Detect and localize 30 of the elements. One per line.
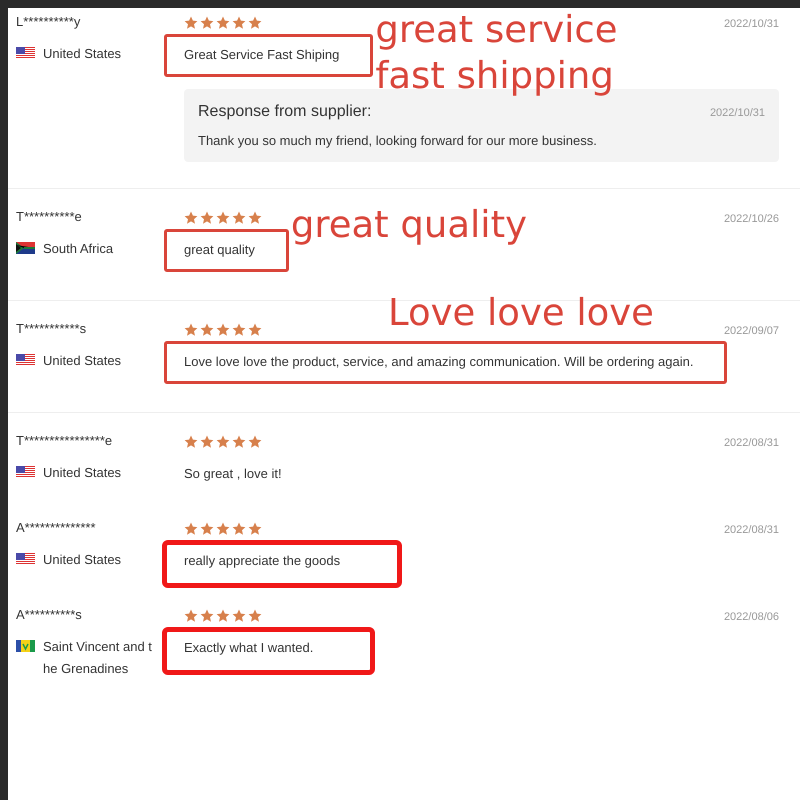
reviewer-name: L**********y (16, 14, 82, 29)
review-text: Exactly what I wanted. (184, 640, 314, 655)
review-date: 2022/08/06 (724, 610, 779, 625)
country-name: United States (43, 45, 122, 63)
reviewer-name: A**********s (16, 607, 83, 622)
country-name: United States (43, 352, 122, 370)
annotation-note: great service fast shipping (375, 7, 618, 99)
review-text: really appreciate the goods (184, 553, 340, 568)
response-date: 2022/10/31 (710, 107, 765, 119)
review-text: Love love love the product, service, and amazing communication. Will be ordering again. (184, 354, 694, 369)
response-title: Response from supplier: (198, 103, 372, 121)
reviewer-name: T**********e (16, 209, 83, 224)
reviewer-name: T***********s (16, 321, 88, 336)
country-name: South Africa (43, 240, 114, 258)
review-text: Great Service Fast Shiping (184, 47, 340, 62)
review-text: great quality (184, 242, 255, 257)
response-text: Thank you so much my friend, looking forward for our more business. (198, 133, 598, 148)
review-date: 2022/10/26 (724, 212, 779, 227)
review-date: 2022/09/07 (724, 324, 779, 339)
review-date: 2022/08/31 (724, 436, 779, 451)
country-name: United States (43, 551, 122, 569)
reviewer-name: T****************e (16, 433, 114, 448)
reviewer-name: A************** (16, 520, 96, 535)
review-date: 2022/08/31 (724, 523, 779, 538)
review-date: 2022/10/31 (724, 17, 779, 32)
annotation-note: great quality (290, 202, 528, 248)
annotation-note: Love love love (388, 290, 654, 336)
country-name: United States (43, 464, 122, 482)
country-name: Saint Vincent and the Grenadines (43, 638, 153, 678)
review-text: So great , love it! (184, 466, 282, 481)
